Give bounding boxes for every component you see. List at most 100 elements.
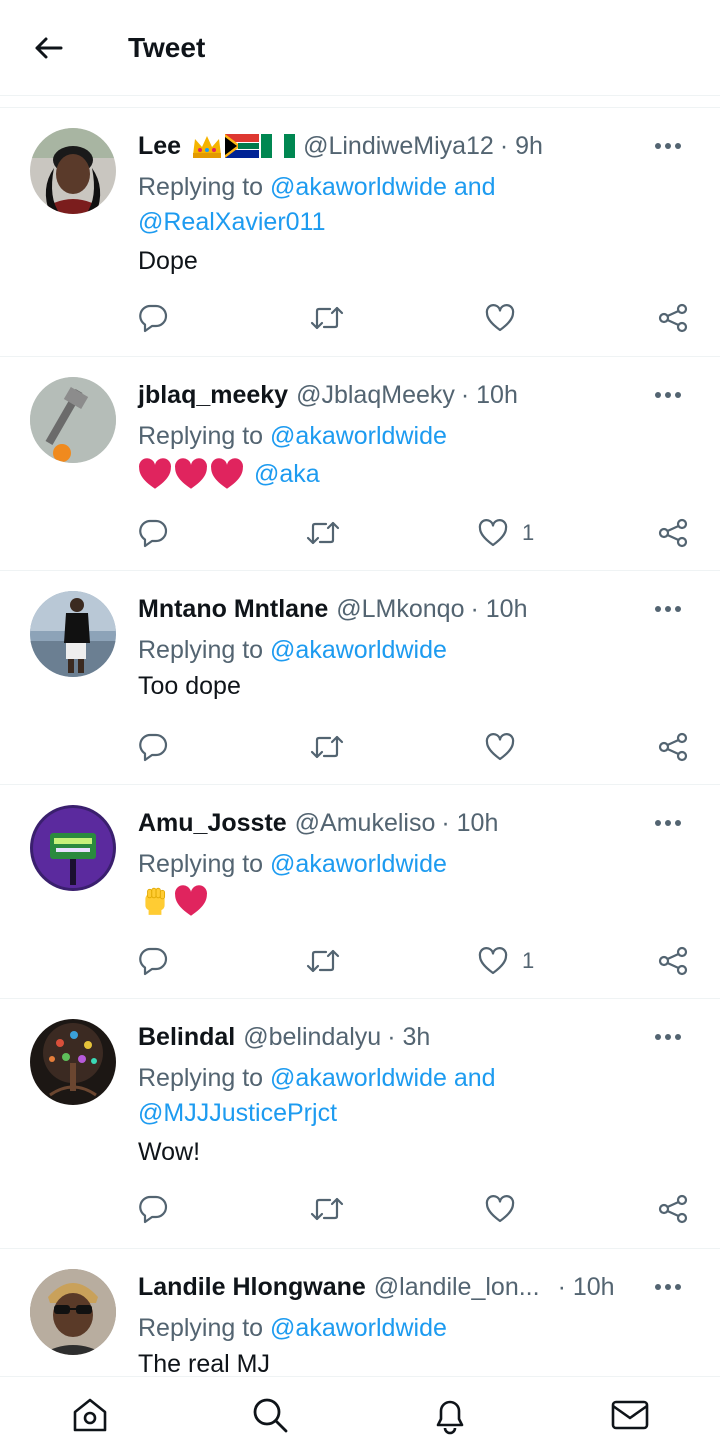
share-icon — [658, 518, 688, 548]
avatar[interactable] — [30, 591, 116, 677]
retweet-icon — [310, 306, 344, 330]
mention-link[interactable]: @RealXavier011 — [138, 208, 326, 236]
user-handle[interactable]: @LMkonqo — [336, 593, 464, 625]
comment-icon — [139, 1195, 168, 1224]
mention-link[interactable]: @akaworldwide — [270, 636, 447, 664]
reply-button[interactable] — [138, 298, 168, 338]
display-name[interactable]: Lee — [138, 130, 181, 162]
crown-emoji — [193, 136, 222, 158]
raised-fist-emoji — [145, 887, 166, 915]
share-button[interactable] — [658, 727, 688, 767]
timestamp[interactable]: · 10h — [471, 593, 528, 625]
timestamp[interactable]: · 9h — [500, 130, 543, 162]
tweet-text: The real MJ — [138, 1350, 270, 1376]
tweet-text: Too dope — [138, 672, 241, 700]
tweet-header: Landile Hlongwane @landile_lon... · 10h — [138, 1271, 700, 1303]
red-heart-emoji — [211, 458, 243, 489]
nav-search[interactable] — [248, 1393, 292, 1437]
mention-link[interactable]: @akaworldwide — [270, 173, 447, 201]
bottom-navigation — [0, 1376, 720, 1452]
replying-to-line: Replying to @akaworldwide and @RealXavie… — [138, 170, 690, 240]
avatar[interactable] — [30, 1269, 116, 1355]
user-handle[interactable]: @Amukeliso — [295, 807, 436, 839]
share-button[interactable] — [658, 513, 688, 553]
nav-home[interactable] — [68, 1393, 112, 1437]
timestamp[interactable]: · 10h — [441, 807, 498, 839]
nav-messages[interactable] — [608, 1393, 652, 1437]
display-name[interactable]: Mntano Mntlane — [138, 593, 328, 625]
timestamp[interactable]: · 3h — [387, 1021, 430, 1053]
mention-link[interactable]: @aka — [254, 457, 320, 491]
comment-icon — [139, 947, 168, 976]
replying-prefix: Replying to — [138, 173, 264, 201]
reply-feed[interactable]: Lee @LindiweMiya12 · 9h Replying to @aka… — [0, 108, 720, 1376]
user-handle[interactable]: @landile_lon... — [374, 1271, 540, 1303]
search-icon — [253, 1398, 288, 1433]
display-name[interactable]: Belindal — [138, 1021, 235, 1053]
reply-joiner: and — [453, 1064, 496, 1092]
reply-joiner: and — [453, 173, 496, 201]
share-button[interactable] — [658, 1189, 688, 1229]
reply-tweet[interactable]: Belindal @belindalyu · 3h Replying to @a… — [0, 999, 720, 1249]
reply-button[interactable] — [138, 727, 168, 767]
like-button[interactable]: 1 — [478, 513, 534, 553]
like-button[interactable]: 1 — [478, 941, 534, 981]
user-handle[interactable]: @belindalyu — [243, 1021, 381, 1053]
reply-tweet[interactable]: Mntano Mntlane @LMkonqo · 10h Replying t… — [0, 571, 720, 785]
share-button[interactable] — [658, 941, 688, 981]
like-button[interactable] — [485, 727, 515, 767]
back-button[interactable] — [28, 30, 68, 66]
more-options-button[interactable] — [648, 593, 688, 625]
like-button[interactable] — [485, 298, 515, 338]
replying-prefix: Replying to — [138, 850, 264, 878]
timestamp[interactable]: · 10h — [558, 1271, 615, 1303]
reply-tweet[interactable]: Landile Hlongwane @landile_lon... · 10h … — [0, 1249, 720, 1376]
display-name[interactable]: jblaq_meeky — [138, 379, 288, 411]
tweet-text: @aka — [138, 457, 320, 491]
retweet-button[interactable] — [310, 727, 344, 767]
user-handle[interactable]: @JblaqMeeky — [296, 379, 455, 411]
more-horizontal-icon — [655, 143, 681, 149]
retweet-button[interactable] — [306, 513, 340, 553]
share-button[interactable] — [658, 298, 688, 338]
mention-link[interactable]: @akaworldwide — [270, 1064, 447, 1092]
user-handle[interactable]: @LindiweMiya12 — [303, 130, 494, 162]
mention-link[interactable]: @akaworldwide — [270, 1314, 447, 1342]
tweet-actions — [0, 727, 720, 767]
retweet-button[interactable] — [310, 298, 344, 338]
more-horizontal-icon — [655, 1284, 681, 1290]
more-options-button[interactable] — [648, 807, 688, 839]
display-name[interactable]: Amu_Josste — [138, 807, 287, 839]
reply-button[interactable] — [138, 1189, 168, 1229]
avatar[interactable] — [30, 377, 116, 463]
reply-button[interactable] — [138, 941, 168, 981]
more-options-button[interactable] — [648, 379, 688, 411]
reply-tweet[interactable]: Lee @LindiweMiya12 · 9h Replying to @aka… — [0, 108, 720, 357]
more-horizontal-icon — [655, 606, 681, 612]
replying-prefix: Replying to — [138, 422, 264, 450]
heart-icon — [485, 1195, 515, 1223]
nav-notifications[interactable] — [428, 1393, 472, 1437]
mention-link[interactable]: @MJJJusticePrjct — [138, 1099, 337, 1127]
more-options-button[interactable] — [648, 130, 688, 162]
heart-icon — [478, 947, 508, 975]
more-options-button[interactable] — [648, 1021, 688, 1053]
reply-button[interactable] — [138, 513, 168, 553]
tweet-actions — [0, 298, 720, 338]
retweet-button[interactable] — [306, 941, 340, 981]
heart-icon — [478, 519, 508, 547]
timestamp[interactable]: · 10h — [461, 379, 518, 411]
mention-link[interactable]: @akaworldwide — [270, 850, 447, 878]
reply-tweet[interactable]: Amu_Josste @Amukeliso · 10h Replying to … — [0, 785, 720, 999]
reply-tweet[interactable]: jblaq_meeky @JblaqMeeky · 10h Replying t… — [0, 357, 720, 571]
avatar[interactable] — [30, 128, 116, 214]
avatar[interactable] — [30, 805, 116, 891]
retweet-button[interactable] — [310, 1189, 344, 1229]
display-name[interactable]: Landile Hlongwane — [138, 1271, 366, 1303]
mention-link[interactable]: @akaworldwide — [270, 422, 447, 450]
replying-prefix: Replying to — [138, 1314, 264, 1342]
comment-icon — [139, 304, 168, 333]
more-options-button[interactable] — [648, 1271, 688, 1303]
like-button[interactable] — [485, 1189, 515, 1229]
avatar[interactable] — [30, 1019, 116, 1105]
